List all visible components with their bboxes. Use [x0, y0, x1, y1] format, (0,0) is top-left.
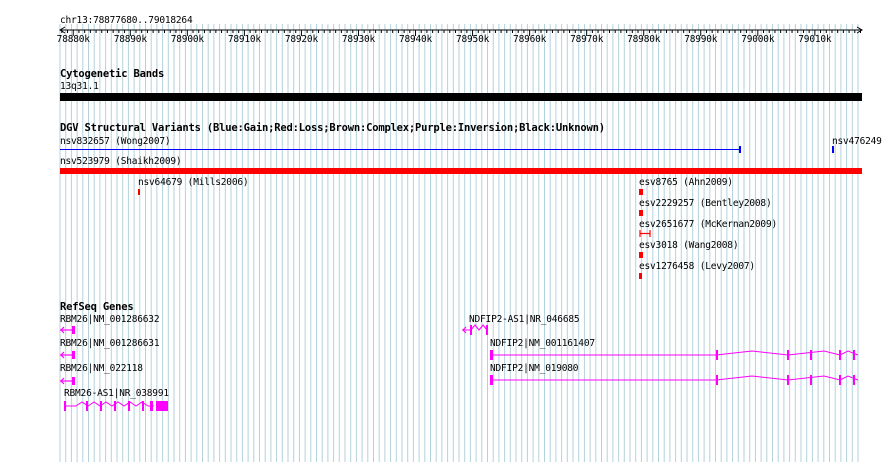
gene-model[interactable] — [462, 324, 492, 336]
gene-label: RBM26|NM_022118 — [60, 363, 143, 374]
variant-loss-bar[interactable] — [60, 168, 862, 174]
ruler-tick-label: 78940k — [398, 34, 433, 45]
ruler-tick-label: 78920k — [284, 34, 318, 45]
variant-label: esv2651677 (McKernan2009) — [639, 219, 777, 230]
variant-label: nsv523979 (Shaikh2009) — [60, 156, 182, 167]
variant-gain-end-tick — [739, 146, 741, 153]
variant-label: esv2229257 (Bentley2008) — [639, 198, 772, 209]
ruler-tick-label: 78890k — [113, 34, 147, 45]
refseq-track-title: RefSeq Genes — [60, 301, 134, 313]
ruler-tick-label: 78990k — [684, 34, 718, 45]
cytoband-bar[interactable] — [60, 93, 862, 101]
dgv-track-title: DGV Structural Variants (Blue:Gain;Red:L… — [60, 122, 605, 134]
ruler-tick-label: 78930k — [341, 34, 376, 45]
gene-label: RBM26|NM_001286631 — [60, 338, 160, 349]
genome-browser-panel: chr13:78877680..79018264 78880k 78890k 789… — [0, 0, 890, 462]
gene-model[interactable] — [60, 325, 80, 335]
variant-loss-tick[interactable] — [639, 252, 643, 258]
variant-loss-span[interactable] — [639, 230, 653, 238]
variant-loss-tick[interactable] — [639, 210, 643, 216]
gene-model[interactable] — [488, 373, 863, 387]
variant-label: esv3018 (Wang2008) — [639, 240, 739, 251]
ruler-tick-label: 79000k — [741, 34, 775, 45]
variant-loss-tick[interactable] — [138, 189, 140, 195]
gene-label: RBM26|NM_001286632 — [60, 314, 160, 325]
ruler-tick-label: 78910k — [227, 34, 261, 45]
gene-model[interactable] — [60, 376, 80, 386]
gene-model[interactable] — [62, 399, 172, 413]
variant-loss-tick[interactable] — [639, 273, 642, 279]
cytoband-label: 13q31.1 — [60, 81, 99, 92]
ruler-tick-label: 78980k — [627, 34, 661, 45]
gene-label: RBM26-AS1|NR_038991 — [64, 388, 169, 399]
variant-label: nsv832657 (Wong2007) — [60, 136, 171, 147]
gene-model[interactable] — [488, 348, 863, 362]
variant-label: esv8765 (Ahn2009) — [639, 177, 733, 188]
variant-gain-tick[interactable] — [832, 146, 834, 153]
variant-gain-line[interactable] — [60, 149, 740, 150]
ruler-tick-label: 78880k — [56, 34, 90, 45]
gene-model[interactable] — [60, 350, 80, 360]
variant-label: nsv476249 — [832, 136, 882, 147]
ruler-tick-label: 78960k — [513, 34, 547, 45]
ruler-tick-label: 79010k — [798, 34, 832, 45]
ruler-tick-label: 78950k — [456, 34, 490, 45]
variant-label: nsv64679 (Mills2006) — [138, 177, 249, 188]
ruler-tick-label: 78970k — [570, 34, 604, 45]
cytoband-track-title: Cytogenetic Bands — [60, 68, 165, 80]
variant-loss-tick[interactable] — [639, 189, 643, 195]
ruler-tick-label: 78900k — [170, 34, 204, 45]
variant-label: esv1276458 (Levy2007) — [639, 261, 755, 272]
